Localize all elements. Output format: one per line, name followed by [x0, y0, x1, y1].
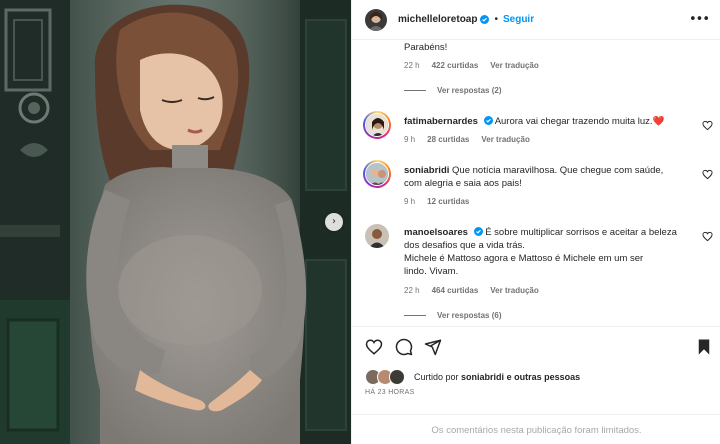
- comment-text-line-3: Michele é Mattoso agora e Mattoso é Mich…: [404, 253, 644, 264]
- translate-link[interactable]: Ver tradução: [481, 135, 529, 144]
- commenter-username[interactable]: fatimabernardes: [404, 116, 478, 127]
- instagram-post-modal: › michelleloretoap • Seguir ••• Parabéns…: [0, 0, 720, 444]
- author-avatar[interactable]: [365, 8, 387, 31]
- comments-list[interactable]: Parabéns! 22 h 422 curtidas Ver tradução…: [352, 40, 720, 325]
- comment-text-line-1: É sobre multiplicar sorrisos e aceitar a…: [485, 227, 677, 238]
- comment-text: Aurora vai chegar trazendo muita luz.: [494, 116, 653, 127]
- comment-text-line-2: dos desafios que a vida trás.: [404, 240, 525, 251]
- comment-time: 9 h: [404, 197, 416, 206]
- comment-body: fatimabernardes Aurora vai chegar trazen…: [404, 115, 664, 128]
- comment-text-line-1: Que notícia maravilhosa. Que chegue com …: [452, 165, 664, 176]
- comment-body: soniabridi Que notícia maravilhosa. Que …: [404, 164, 663, 177]
- heart-emoji: ❤️: [652, 116, 665, 127]
- verified-icon: [483, 116, 493, 125]
- view-replies-button[interactable]: Ver respostas (6): [404, 311, 501, 320]
- heart-icon[interactable]: [365, 338, 383, 356]
- photo-illustration: [0, 0, 351, 444]
- post-timestamp[interactable]: HÁ 23 HORAS: [365, 389, 415, 396]
- liked-by-prefix: Curtido por: [414, 372, 459, 382]
- separator-dot: •: [494, 14, 498, 25]
- commenter-username[interactable]: soniabridi: [404, 165, 449, 176]
- translate-link[interactable]: Ver tradução: [490, 61, 538, 70]
- heart-icon[interactable]: [702, 120, 713, 131]
- liker-avatar: [389, 369, 405, 385]
- commenter-avatar-story-ring[interactable]: [363, 160, 391, 188]
- commenter-avatar: [365, 113, 389, 137]
- commenter-avatar[interactable]: [365, 224, 389, 248]
- comment-icon[interactable]: [395, 338, 413, 356]
- comment-meta: 22 h 422 curtidas Ver tradução: [404, 61, 539, 70]
- comment-meta: 9 h 12 curtidas: [404, 197, 469, 206]
- liked-by-others[interactable]: e outras pessoas: [507, 372, 581, 382]
- liked-by: Curtido por soniabridi e outras pessoas: [365, 369, 580, 385]
- commenter-avatar-story-ring[interactable]: [363, 111, 391, 139]
- verified-icon: [473, 227, 483, 236]
- comment-body: manoelsoares É sobre multiplicar sorriso…: [404, 226, 677, 239]
- heart-icon[interactable]: [702, 231, 713, 242]
- post-photo: ›: [0, 0, 351, 444]
- translate-link[interactable]: Ver tradução: [490, 286, 538, 295]
- comments-limited-text: Os comentários nesta publicação foram li…: [431, 424, 642, 436]
- author-username[interactable]: michelleloretoap: [398, 14, 477, 25]
- verified-icon: [480, 15, 490, 24]
- replies-divider: [404, 315, 426, 316]
- commenter-avatar: [365, 162, 389, 186]
- bookmark-icon[interactable]: [695, 338, 713, 356]
- comment-time: 9 h: [404, 135, 416, 144]
- replies-divider: [404, 90, 426, 91]
- view-replies-button[interactable]: Ver respostas (2): [404, 86, 501, 95]
- comments-limited-notice: Os comentários nesta publicação foram li…: [352, 414, 720, 444]
- liker-avatars[interactable]: [365, 369, 409, 385]
- view-replies-label: Ver respostas (6): [437, 311, 502, 320]
- commenter-username[interactable]: manoelsoares: [404, 227, 468, 238]
- next-arrow-icon: ›: [332, 216, 336, 227]
- view-replies-label: Ver respostas (2): [437, 86, 502, 95]
- share-icon[interactable]: [424, 338, 442, 356]
- next-image-button[interactable]: ›: [325, 213, 343, 231]
- liked-by-user[interactable]: soniabridi: [461, 372, 504, 382]
- comment-likes[interactable]: 464 curtidas: [432, 286, 479, 295]
- comment-likes[interactable]: 12 curtidas: [427, 197, 469, 206]
- follow-button[interactable]: Seguir: [503, 14, 534, 25]
- comment-likes[interactable]: 28 curtidas: [427, 135, 469, 144]
- post-side-panel: michelleloretoap • Seguir ••• Parabéns! …: [351, 0, 720, 444]
- post-actions: Curtido por soniabridi e outras pessoas …: [352, 326, 720, 444]
- comment-time: 22 h: [404, 286, 420, 295]
- comment-text-line-2: com alegria e saia aos pais!: [404, 178, 522, 189]
- more-icon[interactable]: •••: [689, 12, 710, 27]
- comment-meta: 9 h 28 curtidas Ver tradução: [404, 135, 530, 144]
- comment-likes[interactable]: 422 curtidas: [432, 61, 479, 70]
- comment-text: Parabéns!: [404, 42, 448, 53]
- comment-time: 22 h: [404, 61, 420, 70]
- comment-text-line-4: lindo. Vivam.: [404, 266, 459, 277]
- heart-icon[interactable]: [702, 169, 713, 180]
- comment-meta: 22 h 464 curtidas Ver tradução: [404, 286, 539, 295]
- post-header: michelleloretoap • Seguir •••: [352, 0, 720, 40]
